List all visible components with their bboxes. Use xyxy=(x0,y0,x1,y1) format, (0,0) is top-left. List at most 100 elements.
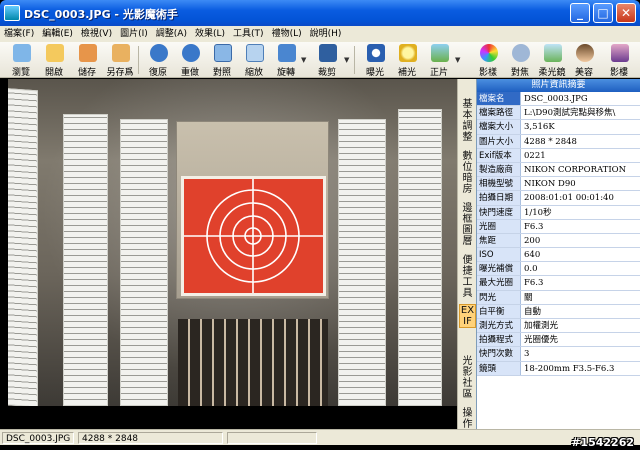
menu-adjust[interactable]: 調整(A) xyxy=(152,26,191,42)
side-tab-strip: 基本調整 數位暗房 邊框圖層 便捷工具 EXIF 光影社區 操作 xyxy=(457,79,476,430)
tab-quick-tools[interactable]: 便捷工具 xyxy=(459,255,476,299)
menu-effects[interactable]: 效果(L) xyxy=(191,26,229,42)
folder-open-icon xyxy=(46,44,64,62)
exif-row[interactable]: 曝光補償 0.0 xyxy=(477,262,640,277)
exif-row[interactable]: 鏡頭 18-200mm F3.5-F6.3 xyxy=(477,361,640,376)
exif-row[interactable]: 最大光圈 F6.3 xyxy=(477,276,640,291)
studio-label: 影樓 xyxy=(609,68,628,78)
beauty-icon xyxy=(576,44,594,62)
exif-row[interactable]: 拍攝日期 2008:01:01 00:01:40 xyxy=(477,191,640,206)
exif-row[interactable]: 光圈 F6.3 xyxy=(477,219,640,234)
exif-row[interactable]: 圖片大小 4288 * 2848 xyxy=(477,134,640,149)
soft-lens-icon xyxy=(544,44,562,62)
status-filename: DSC_0003.JPG xyxy=(2,432,74,444)
menu-tools[interactable]: 工具(T) xyxy=(229,26,268,42)
beauty-button[interactable]: 美容 xyxy=(567,42,601,78)
save-as-button[interactable]: 另存爲 xyxy=(103,42,137,78)
exif-key: 曝光補償 xyxy=(477,262,521,276)
exif-value: NIKON D90 xyxy=(524,179,576,190)
minimize-button[interactable]: _ xyxy=(570,3,590,23)
exif-value: F6.3 xyxy=(524,278,544,289)
exif-row[interactable]: 相機型號 NIKON D90 xyxy=(477,177,640,192)
target-rings xyxy=(184,179,323,293)
menu-file[interactable]: 檔案(F) xyxy=(0,26,38,42)
exif-row[interactable]: 檔案路徑 L:\D90測試完點與移焦\ xyxy=(477,106,640,121)
exif-key: ISO xyxy=(477,248,521,262)
foreground-card xyxy=(178,319,328,406)
exif-key: 焦距 xyxy=(477,233,521,248)
exif-row[interactable]: 檔案名 DSC_0003.JPG xyxy=(477,92,640,107)
rotate-icon xyxy=(278,44,296,62)
exif-row[interactable]: Exif版本 0221 xyxy=(477,148,640,163)
title-bar[interactable]: DSC_0003.JPG - 光影魔術手 _ □ ✕ xyxy=(0,0,640,26)
tab-community[interactable]: 光影社區 xyxy=(459,356,476,400)
tab-basic-adjust[interactable]: 基本調整 xyxy=(459,99,476,143)
rotate-button[interactable]: 旋轉 xyxy=(269,42,303,78)
fill-light-icon xyxy=(399,44,417,62)
positive-film-icon xyxy=(431,44,449,62)
image-canvas[interactable] xyxy=(8,79,457,406)
compare-icon xyxy=(214,44,232,62)
exif-key: 鏡頭 xyxy=(477,361,521,375)
exposure-icon xyxy=(367,44,385,62)
exif-value: 自動 xyxy=(524,306,542,317)
crop-button[interactable]: 裁剪 xyxy=(310,42,344,78)
exif-value: F6.3 xyxy=(524,221,544,232)
exif-value: NIKON CORPORATION xyxy=(524,164,627,175)
crop-dropdown-arrow[interactable]: ▼ xyxy=(344,56,349,64)
tab-exif[interactable]: EXIF xyxy=(459,304,476,328)
exif-key: 快門次數 xyxy=(477,347,521,361)
exif-row[interactable]: 測光方式 加權測光 xyxy=(477,319,640,334)
zoom-icon xyxy=(246,44,264,62)
focus-target-card xyxy=(176,121,329,299)
save-as-label: 另存爲 xyxy=(106,68,134,78)
crop-icon xyxy=(319,44,337,62)
maximize-button[interactable]: □ xyxy=(593,3,613,23)
exif-row[interactable]: ISO 640 xyxy=(477,248,640,263)
exif-value: 0221 xyxy=(524,150,546,161)
target-paper xyxy=(181,176,326,296)
exif-row[interactable]: 快門次數 3 xyxy=(477,347,640,362)
toolbar: 瀏覽 開啟 儲存 另存爲 復原 重做 對照 縮放 旋轉 ▼ 裁剪 ▼ 曝光 補光… xyxy=(0,42,640,78)
exif-row[interactable]: 焦距 200 xyxy=(477,233,640,249)
tab-border-layers[interactable]: 邊框圖層 xyxy=(459,203,476,247)
exif-row[interactable]: 閃光關 xyxy=(477,290,640,305)
exif-row[interactable]: 快門速度 1/10秒 xyxy=(477,205,640,220)
color-icon xyxy=(480,44,498,62)
exif-value: DSC_0003.JPG xyxy=(524,94,588,104)
exif-panel: 照片資訊摘要 檔案名 DSC_0003.JPG 檔案路徑 L:\D90測試完點與移焦\… xyxy=(476,79,640,429)
menu-view[interactable]: 檢視(V) xyxy=(77,26,116,42)
exif-key: 相機型號 xyxy=(477,177,521,191)
tab-digital-darkroom[interactable]: 數位暗房 xyxy=(459,151,476,195)
rotate-dropdown-arrow[interactable]: ▼ xyxy=(301,56,306,64)
exif-row[interactable]: 白平衡 自動 xyxy=(477,304,640,319)
positive-film-button[interactable]: 正片 xyxy=(422,42,456,78)
exif-row[interactable]: 檔案大小 3,516K xyxy=(477,120,640,135)
exif-key: Exif版本 xyxy=(477,148,521,162)
exif-key: 檔案大小 xyxy=(477,120,521,134)
tab-actions[interactable]: 操作 xyxy=(459,408,476,430)
close-button[interactable]: ✕ xyxy=(616,3,636,23)
watermark: #1542262 xyxy=(571,436,634,449)
status-dimensions: 4288 * 2848 xyxy=(78,432,223,444)
save-icon xyxy=(79,44,97,62)
exif-value: L:\D90測試完點與移焦\ xyxy=(524,108,616,119)
exif-row[interactable]: 拍攝程式 光圈優先 xyxy=(477,333,640,348)
film-dropdown-arrow[interactable]: ▼ xyxy=(455,56,460,64)
ruler xyxy=(63,114,108,406)
eye-icon xyxy=(13,44,31,62)
menu-bar: 檔案(F) 編輯(E) 檢視(V) 圖片(I) 調整(A) 效果(L) 工具(T) 禮物(L)… xyxy=(0,26,640,42)
exif-value: 加權測光 xyxy=(524,321,559,331)
focus-target xyxy=(184,179,323,293)
menu-help[interactable]: 說明(H) xyxy=(306,26,346,42)
exif-row[interactable]: 製造廠商 NIKON CORPORATION xyxy=(477,162,640,178)
exif-table: 檔案名 DSC_0003.JPG 檔案路徑 L:\D90測試完點與移焦\ 檔案大小 3,5… xyxy=(477,92,640,376)
exif-key: 最大光圈 xyxy=(477,276,521,290)
status-bar: DSC_0003.JPG 4288 * 2848 xyxy=(0,429,640,445)
menu-edit[interactable]: 編輯(E) xyxy=(38,26,77,42)
studio-button[interactable]: 影樓 xyxy=(602,42,636,78)
undo-icon xyxy=(150,44,168,62)
save-as-icon xyxy=(112,44,130,62)
menu-gifts[interactable]: 禮物(L) xyxy=(268,26,306,42)
menu-image[interactable]: 圖片(I) xyxy=(116,26,152,42)
